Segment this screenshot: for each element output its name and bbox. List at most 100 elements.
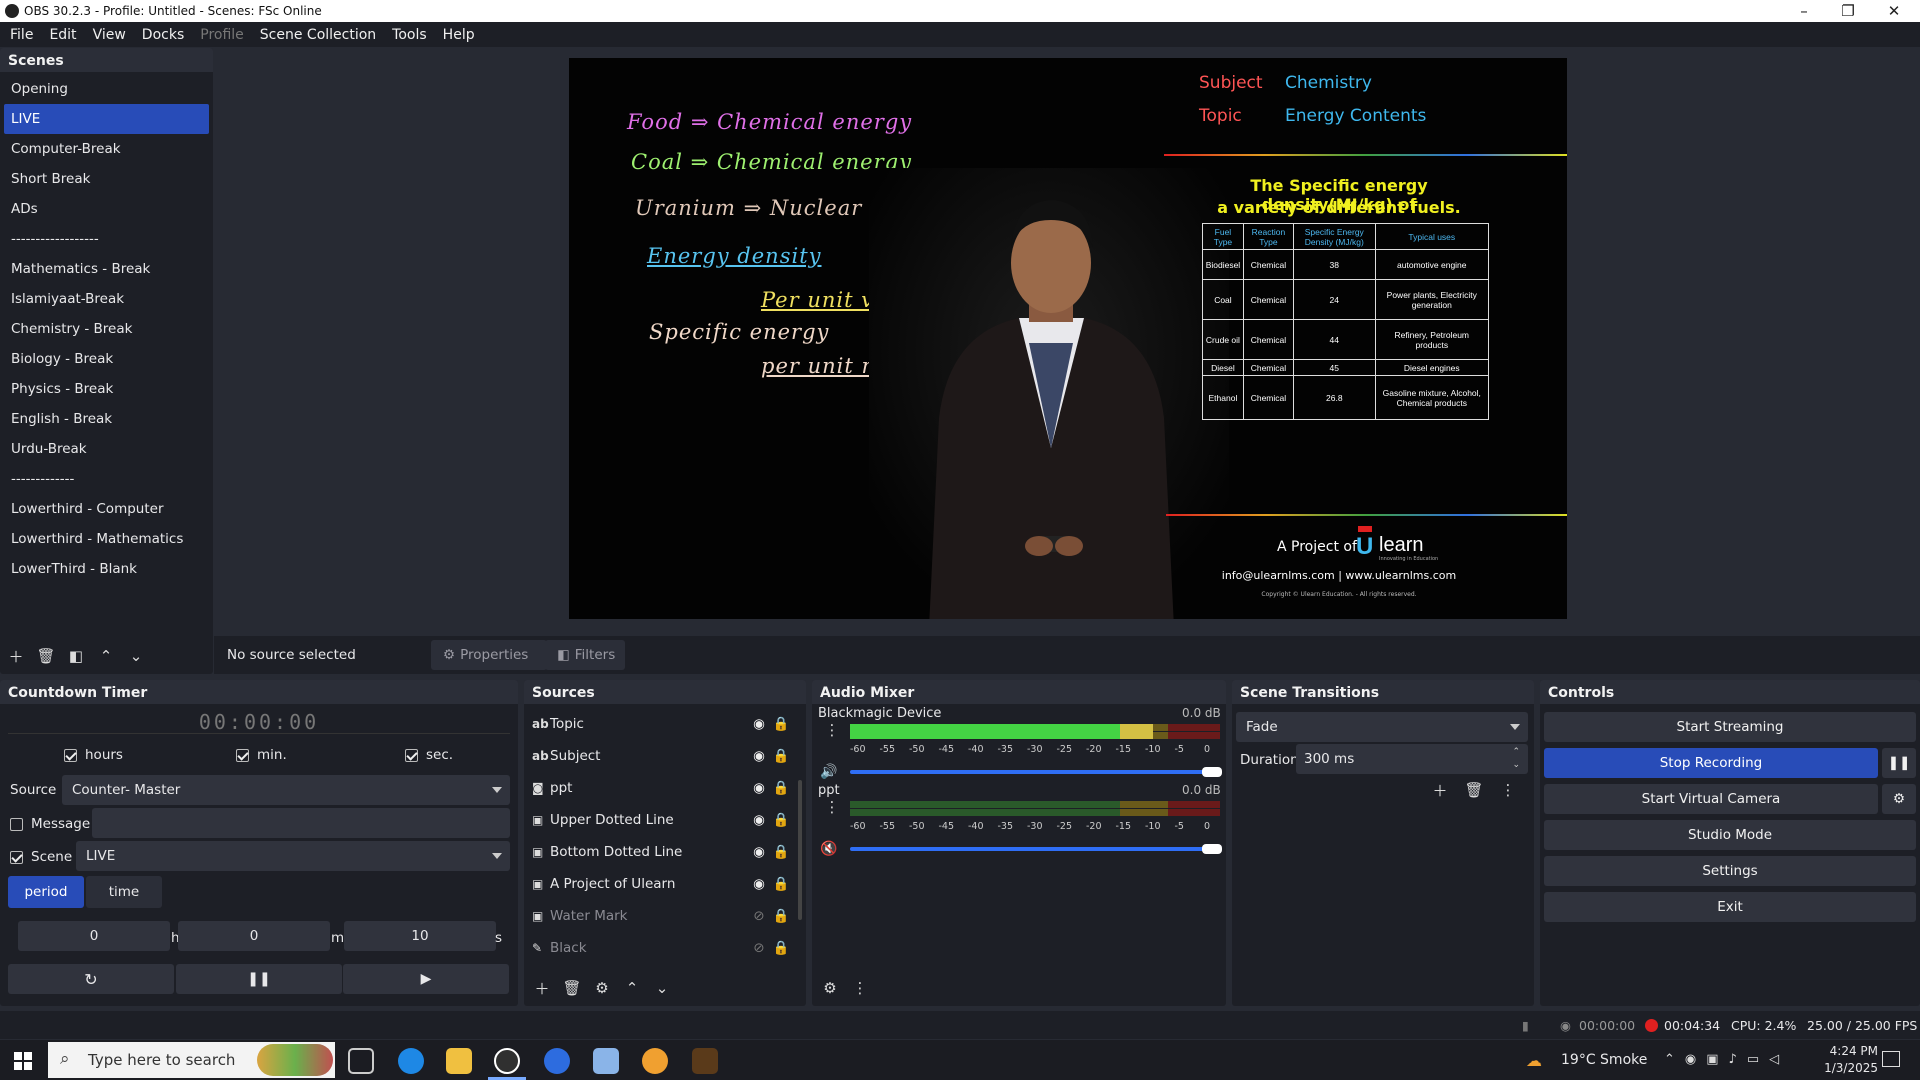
source-properties-icon[interactable]: ⚙ <box>590 976 614 1000</box>
sources-scrollbar[interactable] <box>798 780 802 920</box>
move-down-icon[interactable]: ⌄ <box>124 644 148 668</box>
lock-icon[interactable]: 🔒 <box>770 876 792 892</box>
properties-button[interactable]: ⚙ Properties <box>431 640 547 670</box>
weather-text[interactable]: 19°C Smoke <box>1561 1052 1647 1068</box>
pause-button[interactable]: ❚❚ <box>176 964 342 994</box>
scene-item[interactable]: Physics - Break <box>4 374 209 404</box>
muted-speaker-icon[interactable]: 🔇 <box>820 841 837 857</box>
source-item[interactable]: ◙ ppt ◉ 🔒 <box>532 772 792 804</box>
duration-input[interactable]: 300 ms ⌃ ⌄ <box>1296 744 1528 774</box>
menu-view[interactable]: View <box>85 27 134 43</box>
taskbar-search[interactable]: ⌕ Type here to search <box>48 1042 335 1078</box>
scene-check-icon[interactable] <box>10 850 23 864</box>
volume-slider-knob[interactable] <box>1202 767 1222 777</box>
exit-button[interactable]: Exit <box>1544 892 1916 922</box>
source-item[interactable]: ▣ Water Mark ⊘ 🔒 <box>532 900 792 932</box>
zoom-icon[interactable] <box>544 1048 570 1074</box>
scene-select[interactable]: LIVE <box>76 841 510 871</box>
lock-icon[interactable]: 🔒 <box>770 716 792 732</box>
spin-arrows-icon[interactable]: ⌃ ⌄ <box>1512 746 1520 772</box>
studio-mode-button[interactable]: Studio Mode <box>1544 820 1916 850</box>
transition-select[interactable]: Fade <box>1236 712 1528 742</box>
source-item[interactable]: ▣ Upper Dotted Line ◉ 🔒 <box>532 804 792 836</box>
add-scene-icon[interactable]: ＋ <box>4 644 28 668</box>
scene-item[interactable]: Islamiyaat-Break <box>4 284 209 314</box>
virtual-camera-settings-button[interactable]: ⚙ <box>1882 784 1916 814</box>
file-explorer-icon[interactable] <box>446 1048 472 1074</box>
menu-docks[interactable]: Docks <box>134 27 192 43</box>
lock-icon[interactable]: 🔒 <box>770 812 792 828</box>
channel-menu-icon[interactable]: ⋮ <box>820 795 844 819</box>
menu-file[interactable]: File <box>2 27 41 43</box>
menu-scene-collection[interactable]: Scene Collection <box>252 27 384 43</box>
add-transition-icon[interactable]: ＋ <box>1428 778 1452 802</box>
remove-source-icon[interactable]: 🗑 <box>560 976 584 1000</box>
menu-tools[interactable]: Tools <box>384 27 435 43</box>
message-input[interactable] <box>92 808 510 838</box>
source-item[interactable]: ▣ A Project of Ulearn ◉ 🔒 <box>532 868 792 900</box>
move-up-icon[interactable]: ⌃ <box>94 644 118 668</box>
scene-item[interactable]: Lowerthird - Mathematics <box>4 524 209 554</box>
visibility-eye-icon[interactable]: ◉ <box>748 716 770 732</box>
scene-item[interactable]: ADs <box>4 194 209 224</box>
notepad-icon[interactable] <box>593 1048 619 1074</box>
transition-menu-icon[interactable]: ⋮ <box>1496 778 1520 802</box>
volume-slider-knob[interactable] <box>1202 844 1222 854</box>
scene-item[interactable]: LIVE <box>4 104 209 134</box>
start-virtual-camera-button[interactable]: Start Virtual Camera <box>1544 784 1878 814</box>
seconds-input[interactable]: 10 <box>344 921 496 951</box>
message-check-icon[interactable] <box>10 817 23 831</box>
reset-button[interactable]: ↻ <box>8 964 174 994</box>
lock-icon[interactable]: 🔒 <box>770 780 792 796</box>
scene-item[interactable]: Short Break <box>4 164 209 194</box>
min-checkbox[interactable]: min. <box>236 747 287 763</box>
clock-time[interactable]: 4:24 PM <box>1818 1044 1878 1058</box>
scene-item[interactable]: ------------------ <box>4 224 209 254</box>
lock-icon[interactable]: 🔒 <box>770 940 792 956</box>
move-up-icon[interactable]: ⌃ <box>620 976 644 1000</box>
add-source-icon[interactable]: ＋ <box>530 976 554 1000</box>
lock-icon[interactable]: 🔒 <box>770 748 792 764</box>
tab-period[interactable]: period <box>8 876 84 908</box>
mixer-menu-icon[interactable]: ⋮ <box>848 976 872 1000</box>
remove-scene-icon[interactable]: 🗑 <box>34 644 58 668</box>
source-item[interactable]: ✎ Black ⊘ 🔒 <box>532 932 792 964</box>
scene-item[interactable]: Urdu-Break <box>4 434 209 464</box>
menu-profile[interactable]: Profile <box>192 27 252 43</box>
pause-recording-button[interactable]: ❚❚ <box>1882 748 1916 778</box>
lock-icon[interactable]: 🔒 <box>770 908 792 924</box>
source-select[interactable]: Counter- Master <box>62 775 510 805</box>
menu-edit[interactable]: Edit <box>41 27 84 43</box>
task-view-icon[interactable] <box>348 1048 374 1074</box>
scene-item[interactable]: Computer-Break <box>4 134 209 164</box>
visibility-eye-icon[interactable]: ◉ <box>748 748 770 764</box>
remove-transition-icon[interactable]: 🗑 <box>1462 778 1486 802</box>
visibility-eye-icon[interactable]: ◉ <box>748 780 770 796</box>
volume-slider[interactable] <box>850 847 1220 851</box>
scene-item[interactable]: Opening <box>4 74 209 104</box>
visibility-eye-icon[interactable]: ◉ <box>748 876 770 892</box>
advanced-audio-icon[interactable]: ⚙ <box>818 976 842 1000</box>
edge-icon[interactable] <box>398 1048 424 1074</box>
source-item[interactable]: ab Subject ◉ 🔒 <box>532 740 792 772</box>
scene-item[interactable]: Biology - Break <box>4 344 209 374</box>
minutes-input[interactable]: 0 <box>178 921 330 951</box>
visibility-eye-icon[interactable]: ◉ <box>748 812 770 828</box>
stop-recording-button[interactable]: Stop Recording <box>1544 748 1878 778</box>
min-check-icon[interactable] <box>236 748 249 762</box>
filters-button[interactable]: ◧ Filters <box>545 640 625 670</box>
hours-check-icon[interactable] <box>64 748 77 762</box>
scene-item[interactable]: English - Break <box>4 404 209 434</box>
obs-taskbar-icon[interactable] <box>494 1048 520 1074</box>
hidden-eye-icon[interactable]: ⊘ <box>748 908 770 924</box>
scene-item[interactable]: Lowerthird - Computer <box>4 494 209 524</box>
minimize-button[interactable]: – <box>1782 0 1826 22</box>
scene-checkbox[interactable]: Scene <box>10 849 72 865</box>
play-button[interactable]: ▶ <box>343 964 509 994</box>
start-streaming-button[interactable]: Start Streaming <box>1544 712 1916 742</box>
hours-checkbox[interactable]: hours <box>64 747 123 763</box>
close-button[interactable]: ✕ <box>1872 0 1916 22</box>
menu-help[interactable]: Help <box>435 27 483 43</box>
tab-time[interactable]: time <box>86 876 162 908</box>
clock-date[interactable]: 1/3/2025 <box>1808 1061 1878 1075</box>
